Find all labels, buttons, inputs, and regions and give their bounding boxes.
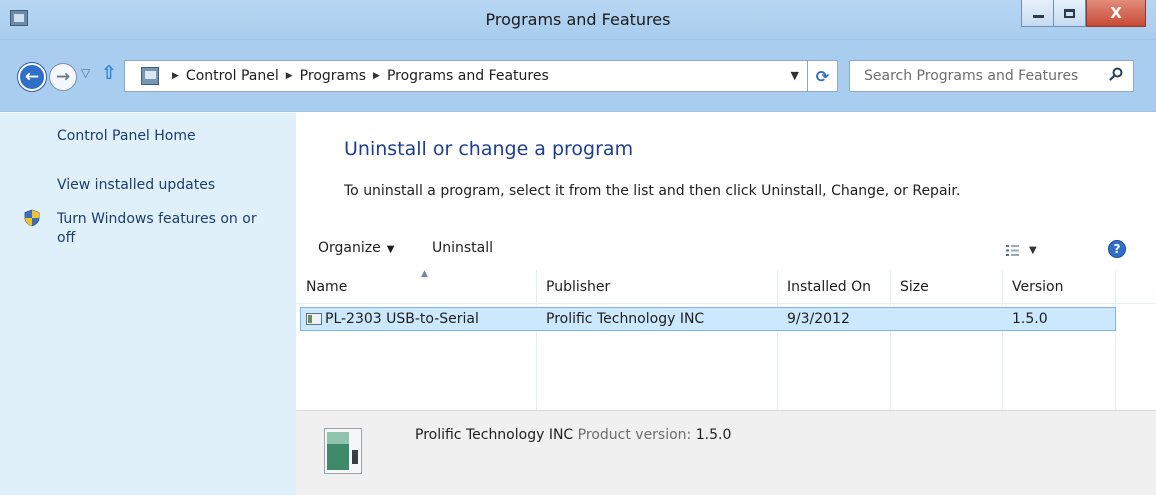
- minimize-icon: [1032, 14, 1044, 18]
- windows-features-link-line1: Turn Windows features on or: [57, 211, 257, 227]
- column-header-publisher[interactable]: Publisher: [546, 279, 610, 295]
- control-panel-home-link[interactable]: Control Panel Home: [57, 127, 196, 146]
- program-name: PL-2303 USB-to-Serial: [325, 311, 479, 327]
- views-icon: [1006, 244, 1019, 256]
- windows-features-link[interactable]: Turn Windows features on or off: [57, 210, 257, 248]
- search-input[interactable]: Search Programs and Features: [849, 60, 1134, 92]
- navigation-bar: ← → ▽ ⇧ ▶ Control Panel ▶ Programs ▶ Pro…: [0, 40, 1156, 112]
- breadcrumb-control-panel[interactable]: Control Panel: [186, 68, 279, 84]
- program-installed-on: 9/3/2012: [787, 311, 850, 327]
- details-summary: Prolific Technology INC Product version:…: [415, 427, 731, 443]
- back-button[interactable]: ←: [18, 63, 46, 91]
- details-version: 1.5.0: [695, 427, 732, 443]
- view-installed-updates-link[interactable]: View installed updates: [57, 176, 215, 195]
- table-row[interactable]: PL-2303 USB-to-Serial Prolific Technolog…: [300, 307, 1116, 331]
- up-button[interactable]: ⇧: [101, 62, 117, 84]
- forward-button[interactable]: →: [49, 63, 77, 91]
- breadcrumb-separator-icon[interactable]: ▶: [286, 71, 293, 81]
- main-content: Uninstall or change a program To uninsta…: [296, 113, 1156, 495]
- recent-locations-chevron-icon[interactable]: ▽: [81, 66, 90, 80]
- shield-icon: [24, 209, 40, 227]
- chevron-down-icon: ▼: [1029, 244, 1037, 256]
- close-button[interactable]: X: [1086, 0, 1146, 27]
- program-publisher: Prolific Technology INC: [546, 311, 705, 327]
- maximize-icon: [1064, 8, 1075, 18]
- column-header-version[interactable]: Version: [1012, 279, 1063, 295]
- program-icon: [324, 428, 362, 474]
- search-icon[interactable]: [1109, 67, 1123, 81]
- programs-list: ▲ Name Publisher Installed On Size Versi…: [296, 269, 1156, 410]
- minimize-button[interactable]: [1021, 0, 1054, 27]
- window-title: Programs and Features: [485, 10, 671, 29]
- organize-button[interactable]: Organize ▼: [318, 240, 394, 256]
- uninstall-button[interactable]: Uninstall: [432, 240, 493, 256]
- details-publisher: Prolific Technology INC: [415, 427, 574, 443]
- instructions-text: To uninstall a program, select it from t…: [344, 183, 961, 199]
- column-header-name[interactable]: Name: [306, 279, 347, 295]
- address-dropdown-chevron-icon[interactable]: ▼: [791, 69, 799, 82]
- chevron-down-icon: ▼: [386, 244, 395, 255]
- change-view-button[interactable]: ▼: [1006, 241, 1050, 259]
- breadcrumb-programs-and-features[interactable]: Programs and Features: [387, 68, 549, 84]
- organize-label: Organize: [318, 240, 381, 256]
- page-title: Uninstall or change a program: [344, 138, 634, 160]
- table-header: ▲ Name Publisher Installed On Size Versi…: [296, 269, 1156, 304]
- details-pane: Prolific Technology INC Product version:…: [296, 410, 1156, 495]
- control-panel-icon: [141, 67, 159, 85]
- windows-features-link-line2: off: [57, 230, 76, 246]
- program-version: 1.5.0: [1012, 311, 1048, 327]
- breadcrumb-separator-icon[interactable]: ▶: [172, 71, 179, 81]
- program-icon: [306, 313, 322, 325]
- sort-ascending-icon: ▲: [421, 269, 428, 279]
- left-nav-pane: Control Panel Home View installed update…: [0, 113, 296, 495]
- column-header-installed-on[interactable]: Installed On: [787, 279, 871, 295]
- search-placeholder: Search Programs and Features: [864, 68, 1079, 84]
- column-header-size[interactable]: Size: [900, 279, 929, 295]
- breadcrumb-programs[interactable]: Programs: [300, 68, 366, 84]
- title-bar: Programs and Features X: [0, 0, 1156, 40]
- details-version-label: Product version:: [577, 427, 692, 443]
- command-toolbar: Organize ▼ Uninstall ▼ ?: [296, 231, 1156, 267]
- breadcrumb: ▶ Control Panel ▶ Programs ▶ Programs an…: [165, 68, 549, 84]
- maximize-button[interactable]: [1053, 0, 1086, 27]
- breadcrumb-separator-icon[interactable]: ▶: [373, 71, 380, 81]
- help-icon[interactable]: ?: [1108, 240, 1126, 258]
- address-bar[interactable]: ▶ Control Panel ▶ Programs ▶ Programs an…: [124, 60, 838, 92]
- refresh-button[interactable]: ⟳: [807, 61, 837, 91]
